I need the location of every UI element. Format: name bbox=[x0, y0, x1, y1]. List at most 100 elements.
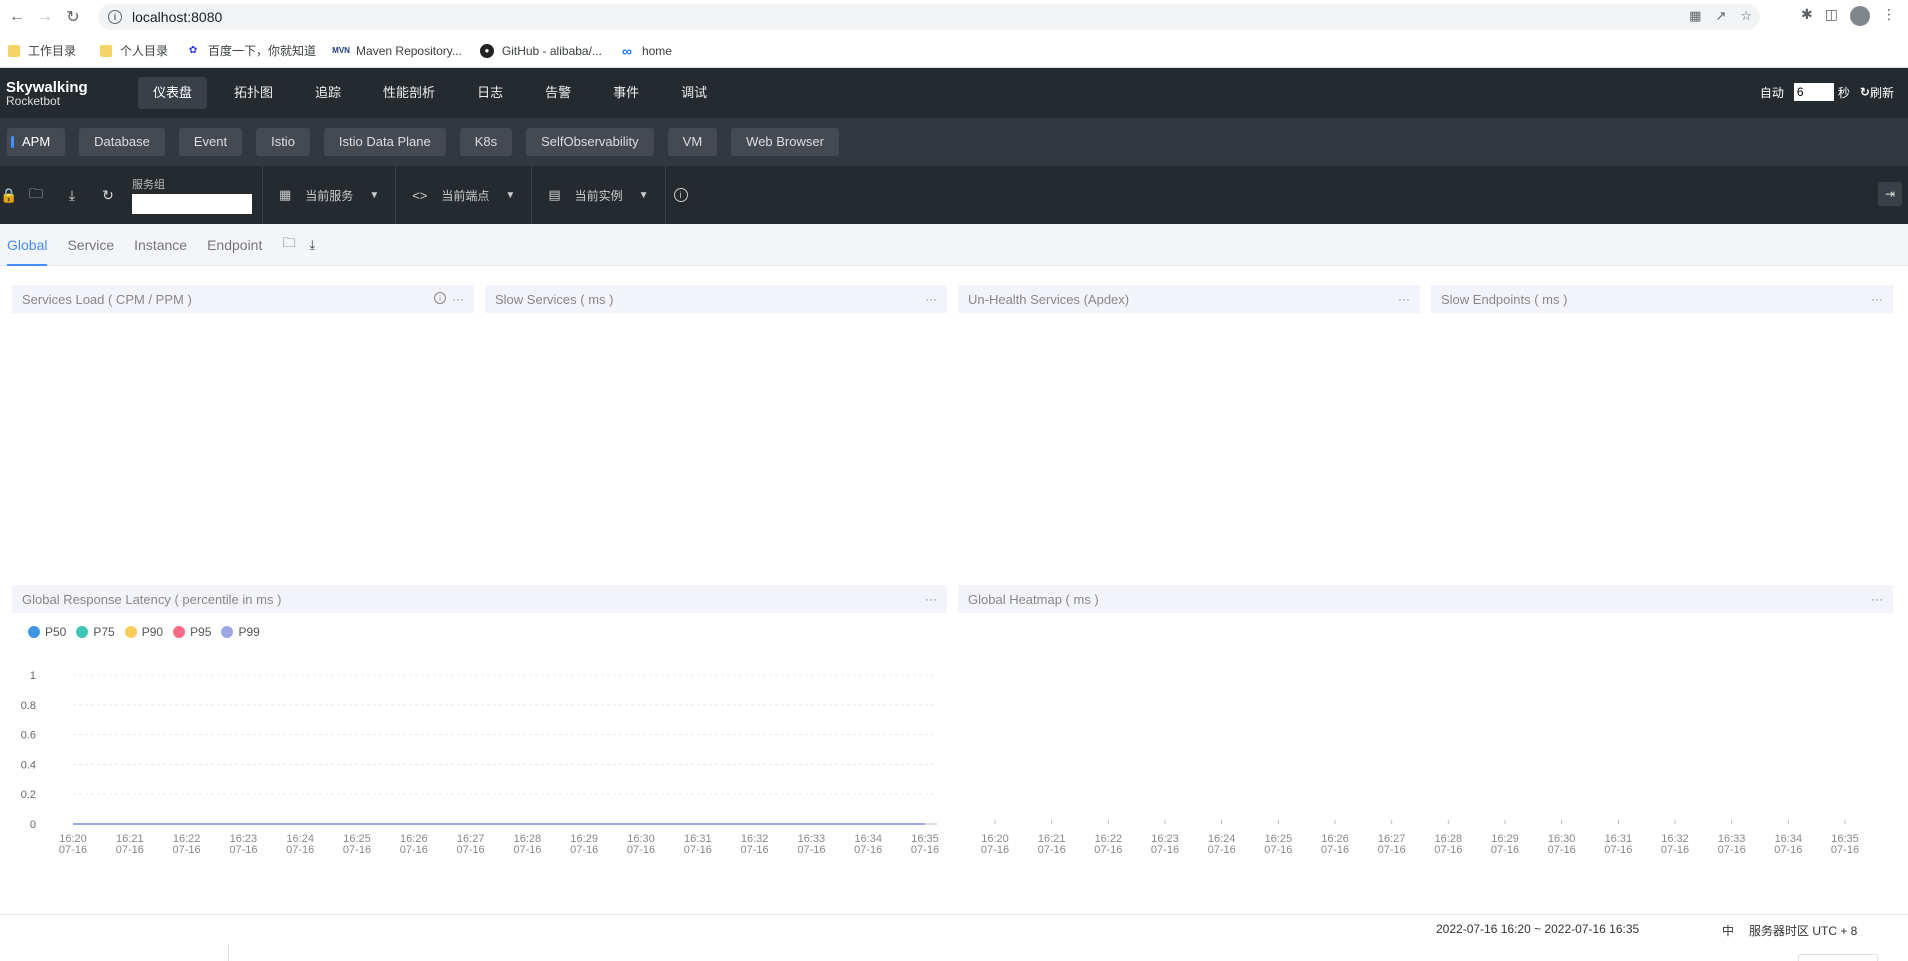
folder-icon bbox=[100, 44, 113, 57]
x-tick-label: 07-16 bbox=[981, 844, 1009, 853]
x-tick-label: 07-16 bbox=[457, 844, 485, 853]
current-instance-select[interactable]: ▤ 当前实例 ▼ bbox=[531, 166, 664, 224]
time-range[interactable]: 2022-07-16 16:20 ~ 2022-07-16 16:35 bbox=[1436, 922, 1639, 936]
x-tick-label: 07-16 bbox=[1038, 844, 1066, 853]
reload-icon[interactable]: ↻ bbox=[62, 6, 84, 28]
heatmap-chart: 16:2007-1616:2107-1616:2207-1616:2307-16… bbox=[981, 820, 1859, 853]
tab-apm[interactable]: APM bbox=[7, 128, 66, 156]
bookmark-star-icon[interactable]: ☆ bbox=[1740, 8, 1752, 24]
bookmark-item[interactable]: MVN Maven Repository... bbox=[332, 44, 462, 58]
x-tick-label: 07-16 bbox=[59, 844, 87, 853]
x-tick-label: 07-16 bbox=[797, 844, 825, 853]
x-tick-label: 07-16 bbox=[570, 844, 598, 853]
bookmark-item[interactable]: ✿ 百度一下，你就知道 bbox=[186, 42, 316, 59]
chevron-down-icon: ▼ bbox=[505, 189, 516, 201]
back-arrow-icon[interactable]: ← bbox=[6, 6, 28, 28]
tab-selfobservability[interactable]: SelfObservability bbox=[526, 128, 654, 156]
x-tick-label: 07-16 bbox=[1434, 844, 1462, 853]
info-icon: i bbox=[673, 188, 688, 202]
address-bar[interactable]: i localhost:8080 ▦ ↗ ☆ bbox=[98, 4, 1760, 30]
more-icon[interactable]: ··· bbox=[1871, 292, 1883, 306]
bookmark-item[interactable]: ∞ home bbox=[620, 43, 672, 59]
current-service-select[interactable]: ▦ 当前服务 ▼ bbox=[262, 166, 395, 224]
status-footer: 2022-07-16 16:20 ~ 2022-07-16 16:35 中 服务… bbox=[0, 914, 1908, 942]
x-tick-label: 07-16 bbox=[684, 844, 712, 853]
tab-k8s[interactable]: K8s bbox=[459, 128, 513, 156]
refresh-interval-input[interactable] bbox=[1793, 83, 1834, 101]
tab-istio-data-plane[interactable]: Istio Data Plane bbox=[323, 128, 446, 156]
profile-avatar[interactable] bbox=[1850, 6, 1870, 26]
seconds-label: 秒 bbox=[1837, 85, 1850, 100]
y-tick-label: 0 bbox=[30, 819, 36, 831]
bookmark-item[interactable]: 工作目录 bbox=[8, 42, 76, 59]
info-icon[interactable]: i bbox=[434, 292, 446, 304]
tab-instance[interactable]: Instance bbox=[134, 224, 187, 266]
x-tick-label: 07-16 bbox=[1094, 844, 1122, 853]
x-tick-label: 07-16 bbox=[1831, 844, 1859, 853]
x-tick-label: 07-16 bbox=[400, 844, 428, 853]
nav-debug[interactable]: 调试 bbox=[666, 77, 722, 109]
x-tick-label: 07-16 bbox=[741, 844, 769, 853]
menu-kebab-icon[interactable]: ⋮ bbox=[1882, 6, 1896, 26]
tab-event[interactable]: Event bbox=[178, 128, 243, 156]
x-tick-label: 07-16 bbox=[627, 844, 655, 853]
x-tick-label: 07-16 bbox=[173, 844, 201, 853]
nav-trace[interactable]: 追踪 bbox=[300, 77, 356, 109]
current-endpoint-select[interactable]: <> 当前端点 ▼ bbox=[395, 166, 531, 224]
tab-vm[interactable]: VM bbox=[667, 128, 718, 156]
export-download-icon[interactable]: ⤓ bbox=[309, 237, 315, 253]
panel-title: Slow Services ( ms ) bbox=[495, 291, 614, 307]
more-icon[interactable]: ··· bbox=[925, 292, 937, 306]
x-tick-label: 07-16 bbox=[1661, 844, 1689, 853]
skywalking-logo[interactable]: Skywalking Rocketbot bbox=[6, 80, 106, 107]
more-icon[interactable]: ··· bbox=[1871, 592, 1883, 606]
side-panel-icon[interactable]: ◫ bbox=[1825, 6, 1838, 26]
more-icon[interactable]: ··· bbox=[452, 292, 464, 306]
folder-open-icon[interactable]: 🗀 bbox=[18, 183, 54, 207]
tab-service[interactable]: Service bbox=[67, 224, 114, 266]
tab-database[interactable]: Database bbox=[79, 128, 165, 156]
lock-icon[interactable]: 🔒 bbox=[0, 187, 18, 204]
forward-arrow-icon[interactable]: → bbox=[34, 6, 56, 28]
refresh-button[interactable]: 刷新 bbox=[1870, 84, 1894, 101]
more-icon[interactable]: ··· bbox=[925, 592, 937, 606]
indent-toggle-icon[interactable]: ⇥ bbox=[1878, 182, 1902, 206]
bottom-strip bbox=[0, 942, 1908, 961]
translate-icon[interactable]: ▦ bbox=[1689, 8, 1701, 24]
tab-istio[interactable]: Istio bbox=[256, 128, 310, 156]
bookmark-item[interactable]: 个人目录 bbox=[100, 42, 168, 59]
x-tick-label: 07-16 bbox=[229, 844, 257, 853]
tab-web-browser[interactable]: Web Browser bbox=[731, 128, 839, 156]
info-button[interactable]: i bbox=[664, 166, 696, 224]
download-icon[interactable]: ⤓ bbox=[54, 187, 90, 204]
sync-icon[interactable]: ↻ bbox=[90, 187, 126, 204]
import-folder-icon[interactable]: 🗀 bbox=[282, 234, 295, 256]
tab-endpoint[interactable]: Endpoint bbox=[207, 224, 262, 266]
panel-title: Slow Endpoints ( ms ) bbox=[1441, 291, 1568, 307]
nav-log[interactable]: 日志 bbox=[462, 77, 518, 109]
auto-label[interactable]: 自动 bbox=[1760, 84, 1784, 101]
x-tick-label: 07-16 bbox=[1208, 844, 1236, 853]
x-tick-label: 07-16 bbox=[1378, 844, 1406, 853]
nav-event[interactable]: 事件 bbox=[598, 77, 654, 109]
nav-profile[interactable]: 性能剖析 bbox=[368, 77, 450, 109]
language-toggle[interactable]: 中 bbox=[1722, 922, 1734, 939]
x-tick-label: 07-16 bbox=[854, 844, 882, 853]
bottom-button[interactable] bbox=[1798, 954, 1878, 961]
monitor-icon: ▤ bbox=[548, 187, 561, 202]
dashboard-toolbar: 🔒 🗀 ⤓ ↻ 服务组 ▦ 当前服务 ▼ <> 当前端点 ▼ ▤ 当前实例 ▼ … bbox=[0, 166, 1908, 224]
service-group-input[interactable] bbox=[132, 194, 252, 214]
refresh-icon[interactable]: ↻ bbox=[1860, 85, 1870, 99]
bookmark-item[interactable]: ● GitHub - alibaba/... bbox=[479, 43, 602, 58]
extensions-icon[interactable]: ✱ bbox=[1801, 6, 1813, 26]
nav-alarm[interactable]: 告警 bbox=[530, 77, 586, 109]
more-icon[interactable]: ··· bbox=[1398, 292, 1410, 306]
nav-topology[interactable]: 拓扑图 bbox=[219, 77, 288, 109]
dashboard-subtabs: Global Service Instance Endpoint 🗀 ⤓ bbox=[0, 224, 1908, 266]
share-icon[interactable]: ↗ bbox=[1715, 8, 1726, 24]
tab-global[interactable]: Global bbox=[7, 224, 48, 266]
nav-dashboard[interactable]: 仪表盘 bbox=[138, 77, 208, 109]
site-info-icon[interactable]: i bbox=[108, 10, 122, 24]
service-icon: ▦ bbox=[279, 187, 292, 202]
service-group-label: 服务组 bbox=[132, 179, 165, 191]
